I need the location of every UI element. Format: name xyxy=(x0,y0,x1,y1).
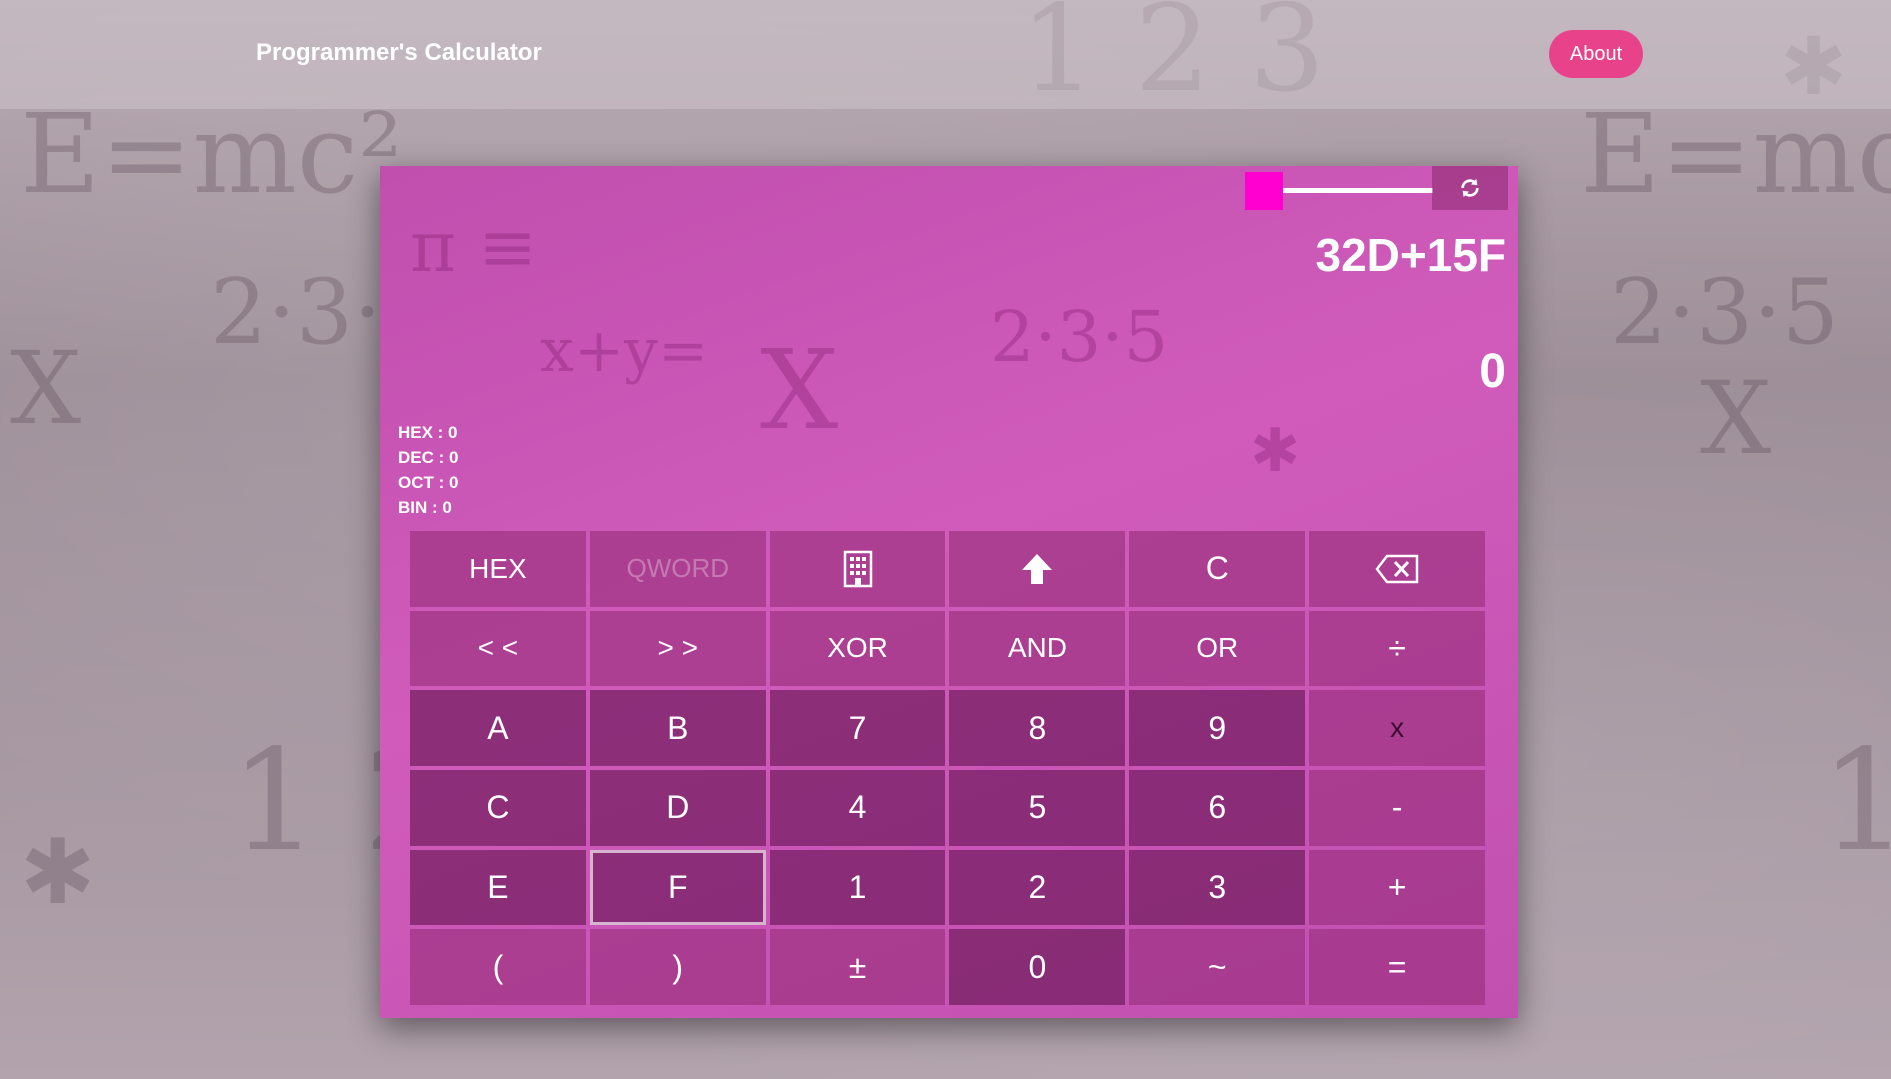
building-icon xyxy=(843,550,872,588)
digit-e-button[interactable]: E xyxy=(410,849,586,926)
clear-button[interactable]: C xyxy=(1129,531,1306,607)
calculator-doodle: π ≡ xyxy=(410,206,537,288)
calculator-doodle: 2·3·5 xyxy=(990,296,1169,378)
negate-button[interactable]: ± xyxy=(769,929,946,1005)
background-doodle: 1 xyxy=(1820,720,1891,883)
digit-8-button[interactable]: 8 xyxy=(949,690,1126,766)
oct-value: OCT : 0 xyxy=(398,473,459,492)
base-conversions: HEX : 0 DEC : 0 OCT : 0 BIN : 0 xyxy=(398,420,458,520)
digit-0-button[interactable]: 0 xyxy=(949,929,1126,1005)
shift-button[interactable] xyxy=(949,531,1126,607)
opacity-slider-thumb[interactable] xyxy=(1245,172,1283,210)
hex-value: HEX : 0 xyxy=(398,423,458,442)
backspace-icon xyxy=(1375,554,1419,584)
calculator-doodle: ✱ xyxy=(1250,416,1301,486)
result-display: 0 xyxy=(1479,345,1506,398)
minus-button[interactable]: - xyxy=(1309,769,1485,846)
digit-3-button[interactable]: 3 xyxy=(1129,849,1306,926)
bin-value: BIN : 0 xyxy=(398,498,452,517)
backspace-button[interactable] xyxy=(1309,531,1485,607)
multiply-button[interactable]: x xyxy=(1309,690,1485,766)
about-button[interactable]: About xyxy=(1549,30,1643,78)
calculator-doodle: x+y= xyxy=(540,316,709,386)
app-title[interactable]: Programmer's Calculator xyxy=(256,39,542,67)
divide-button[interactable]: ÷ xyxy=(1309,610,1485,687)
digit-a-button[interactable]: A xyxy=(410,690,586,766)
background-doodle: X xyxy=(10,330,82,447)
digit-7-button[interactable]: 7 xyxy=(769,690,946,766)
opacity-slider-track[interactable] xyxy=(1283,188,1433,193)
background-doodle: X xyxy=(1700,360,1772,477)
digit-6-button[interactable]: 6 xyxy=(1129,769,1306,846)
plus-button[interactable]: + xyxy=(1309,849,1485,926)
refresh-icon xyxy=(1461,178,1479,198)
digit-c-button[interactable]: C xyxy=(410,769,586,846)
digit-d-button[interactable]: D xyxy=(589,769,766,846)
qword-button[interactable]: QWORD xyxy=(589,531,766,607)
expression-display: 32D+15F xyxy=(1315,229,1506,281)
digit-f-button[interactable]: F xyxy=(589,849,766,926)
left-shift-button[interactable]: < < xyxy=(410,610,586,687)
background-doodle: ✱ xyxy=(20,820,96,925)
not-button[interactable]: ~ xyxy=(1129,929,1306,1005)
digit-1-button[interactable]: 1 xyxy=(769,849,946,926)
dec-value: DEC : 0 xyxy=(398,448,459,467)
right-paren-button[interactable]: ) xyxy=(589,929,766,1005)
digit-4-button[interactable]: 4 xyxy=(769,769,946,846)
and-button[interactable]: AND xyxy=(949,610,1126,687)
or-button[interactable]: OR xyxy=(1129,610,1306,687)
digit-9-button[interactable]: 9 xyxy=(1129,690,1306,766)
navbar: Programmer's Calculator About xyxy=(0,0,1891,109)
background-doodle: 2·3·5 xyxy=(1610,260,1839,365)
left-paren-button[interactable]: ( xyxy=(410,929,586,1005)
background-doodle: E=mc² xyxy=(20,90,403,218)
refresh-button[interactable] xyxy=(1432,166,1508,210)
equals-button[interactable]: = xyxy=(1309,929,1485,1005)
calculator-doodle: X xyxy=(760,326,839,454)
digit-5-button[interactable]: 5 xyxy=(949,769,1126,846)
right-shift-button[interactable]: > > xyxy=(589,610,766,687)
calculator-panel: π ≡ x+y= X 2·3·5 ✱ 32D+15F 0 HEX : 0 DEC… xyxy=(380,166,1518,1018)
digit-b-button[interactable]: B xyxy=(589,690,766,766)
digit-2-button[interactable]: 2 xyxy=(949,849,1126,926)
hex-mode-button[interactable]: HEX xyxy=(410,531,586,607)
memory-button[interactable] xyxy=(769,531,946,607)
xor-button[interactable]: XOR xyxy=(769,610,946,687)
arrow-up-icon xyxy=(1022,553,1053,584)
keypad: HEX QWORD C < < > > XOR AND OR ÷ A B 7 8… xyxy=(410,531,1485,1005)
